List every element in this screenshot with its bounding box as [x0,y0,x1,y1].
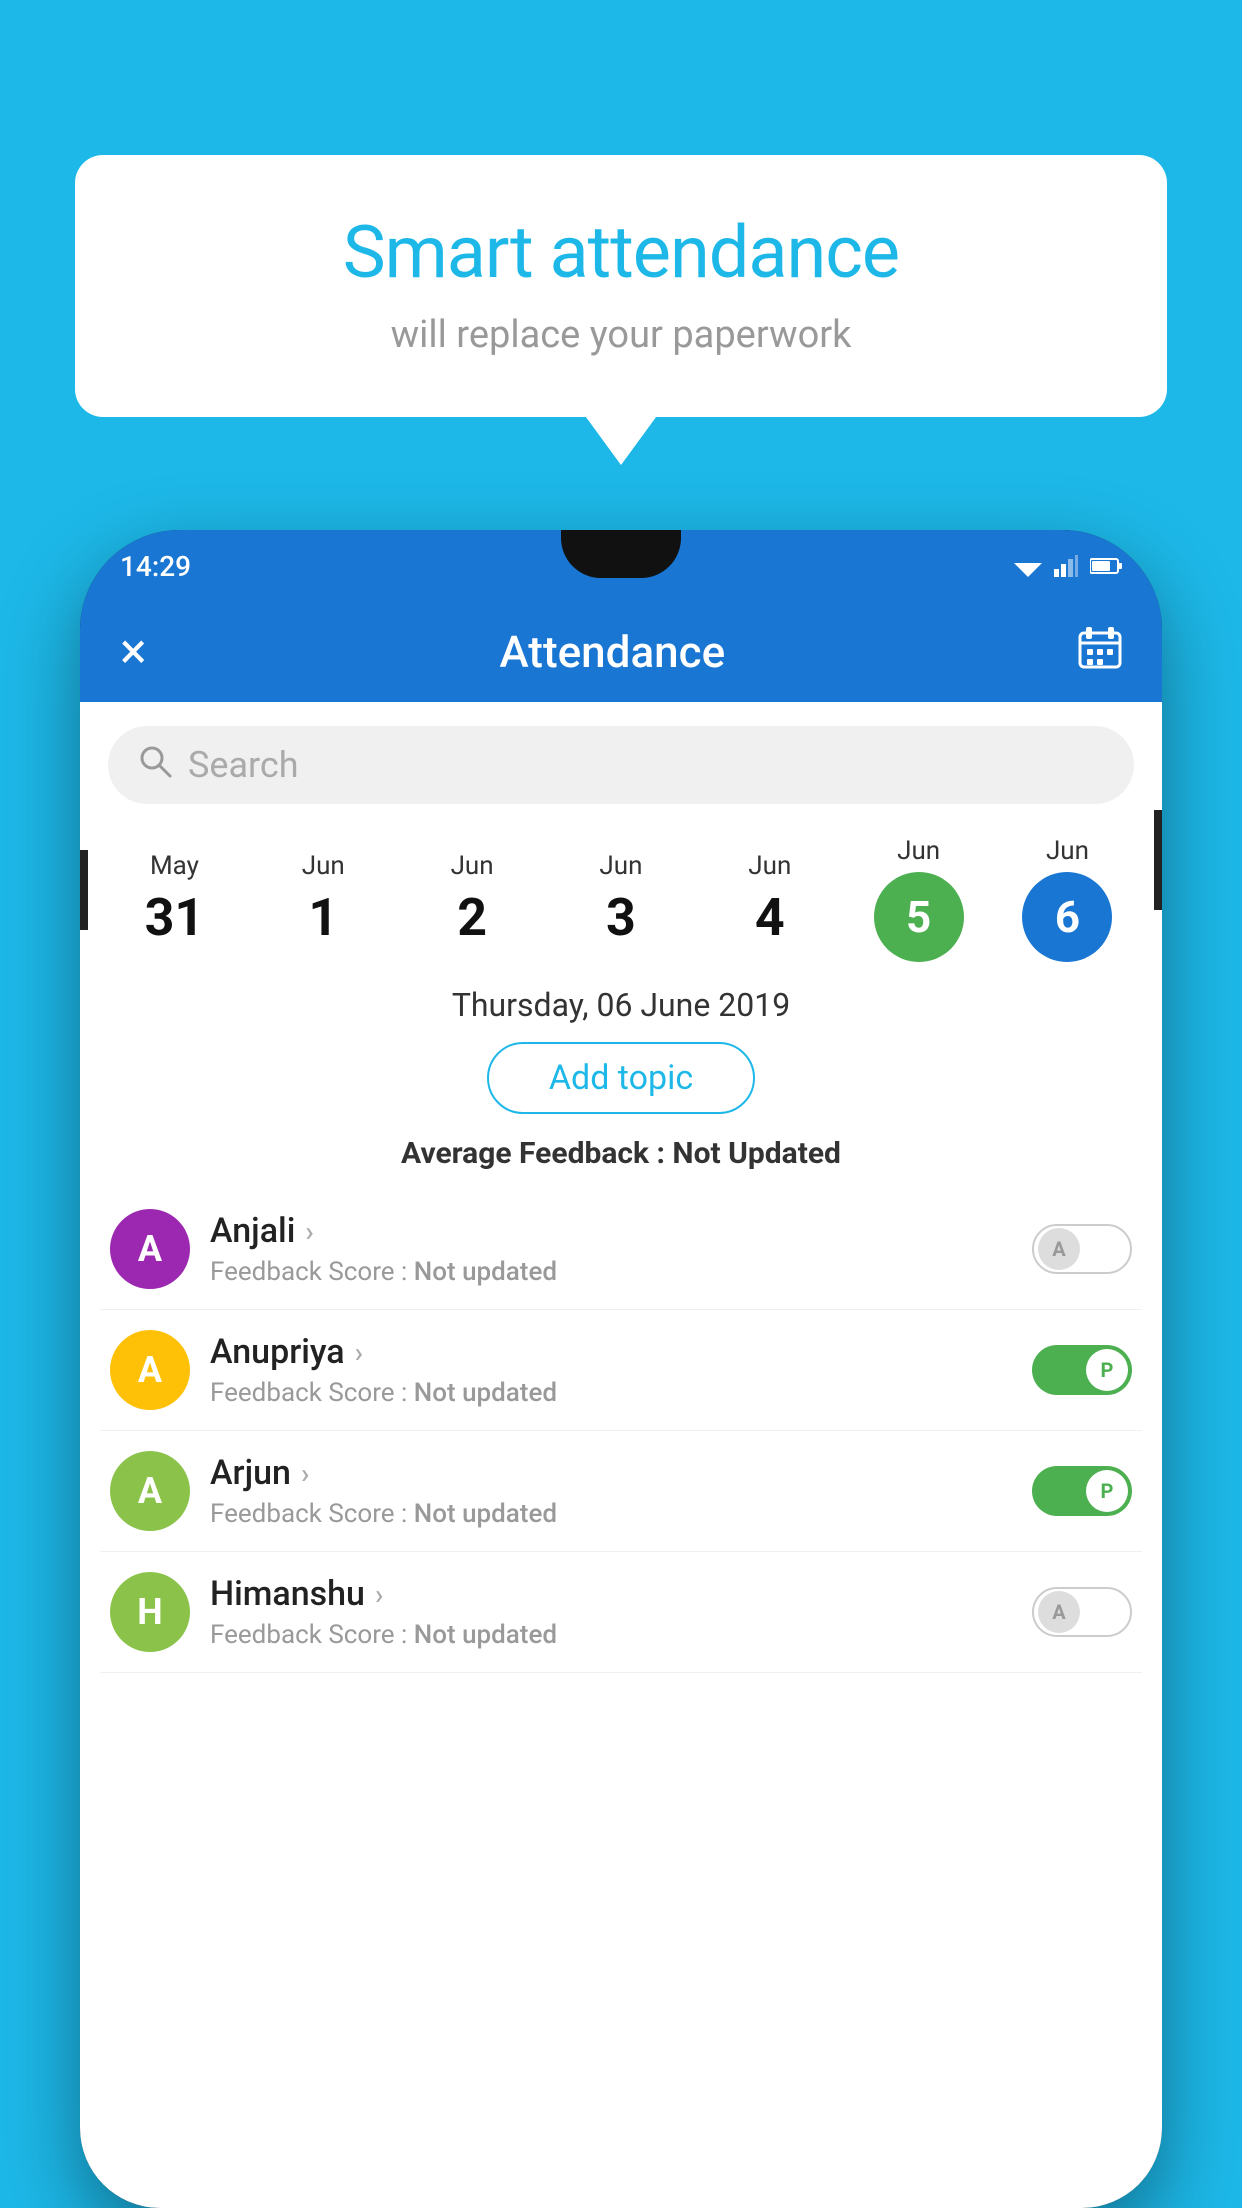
student-info-arjun: Arjun › Feedback Score : Not updated [210,1453,1012,1529]
phone-frame: 14:29 × Attendance [80,530,1162,2208]
calendar-button[interactable] [1078,625,1122,680]
avatar-anupriya: A [110,1330,190,1410]
avatar-anjali: A [110,1209,190,1289]
avg-feedback: Average Feedback : Not Updated [80,1136,1162,1171]
toggle-present-anupriya[interactable]: P [1032,1345,1132,1395]
date-cell-may31[interactable]: May 31 [119,851,229,948]
app-content: Search May 31 Jun 1 Jun 2 Jun 3 Jun 4 [80,702,1162,2208]
status-bar: 14:29 [80,530,1162,602]
add-topic-button[interactable]: Add topic [487,1042,755,1114]
toggle-present-arjun[interactable]: P [1032,1466,1132,1516]
search-placeholder: Search [188,744,299,786]
student-info-himanshu: Himanshu › Feedback Score : Not updated [210,1574,1012,1650]
date-cell-jun1[interactable]: Jun 1 [268,851,378,948]
toggle-absent-himanshu[interactable]: A [1032,1587,1132,1637]
page-title: Attendance [499,626,725,678]
student-info-anupriya: Anupriya › Feedback Score : Not updated [210,1332,1012,1408]
avatar-himanshu: H [110,1572,190,1652]
date-cell-jun4[interactable]: Jun 4 [715,851,825,948]
selected-date: Thursday, 06 June 2019 [80,986,1162,1024]
chevron-icon: › [305,1215,313,1248]
battery-icon [1090,557,1122,575]
avatar-arjun: A [110,1451,190,1531]
date-cell-jun6[interactable]: Jun 6 [1012,836,1122,962]
volume-button [80,850,88,930]
bubble-subtitle: will replace your paperwork [135,313,1107,357]
bubble-title: Smart attendance [135,210,1107,295]
status-icons [1014,555,1122,577]
status-time: 14:29 [120,550,191,583]
chevron-icon: › [301,1457,309,1490]
date-cell-jun3[interactable]: Jun 3 [566,851,676,948]
student-list: A Anjali › Feedback Score : Not updated … [80,1189,1162,1673]
notch [561,530,681,578]
student-row-anjali[interactable]: A Anjali › Feedback Score : Not updated … [100,1189,1142,1310]
date-cell-jun2[interactable]: Jun 2 [417,851,527,948]
wifi-icon [1014,555,1042,577]
search-icon [138,744,172,786]
search-bar[interactable]: Search [108,726,1134,804]
student-info-anjali: Anjali › Feedback Score : Not updated [210,1211,1012,1287]
calendar-icon [1078,625,1122,669]
date-row: May 31 Jun 1 Jun 2 Jun 3 Jun 4 Jun 5 [80,824,1162,962]
toggle-absent-anjali[interactable]: A [1032,1224,1132,1274]
chevron-icon: › [375,1578,383,1611]
date-cell-jun5[interactable]: Jun 5 [864,836,974,962]
power-button [1154,810,1162,910]
close-button[interactable]: × [120,623,147,681]
student-row-himanshu[interactable]: H Himanshu › Feedback Score : Not update… [100,1552,1142,1673]
student-row-anupriya[interactable]: A Anupriya › Feedback Score : Not update… [100,1310,1142,1431]
speech-bubble: Smart attendance will replace your paper… [75,155,1167,417]
signal-icon [1054,555,1078,577]
student-row-arjun[interactable]: A Arjun › Feedback Score : Not updated P [100,1431,1142,1552]
app-header: × Attendance [80,602,1162,702]
chevron-icon: › [355,1336,363,1369]
